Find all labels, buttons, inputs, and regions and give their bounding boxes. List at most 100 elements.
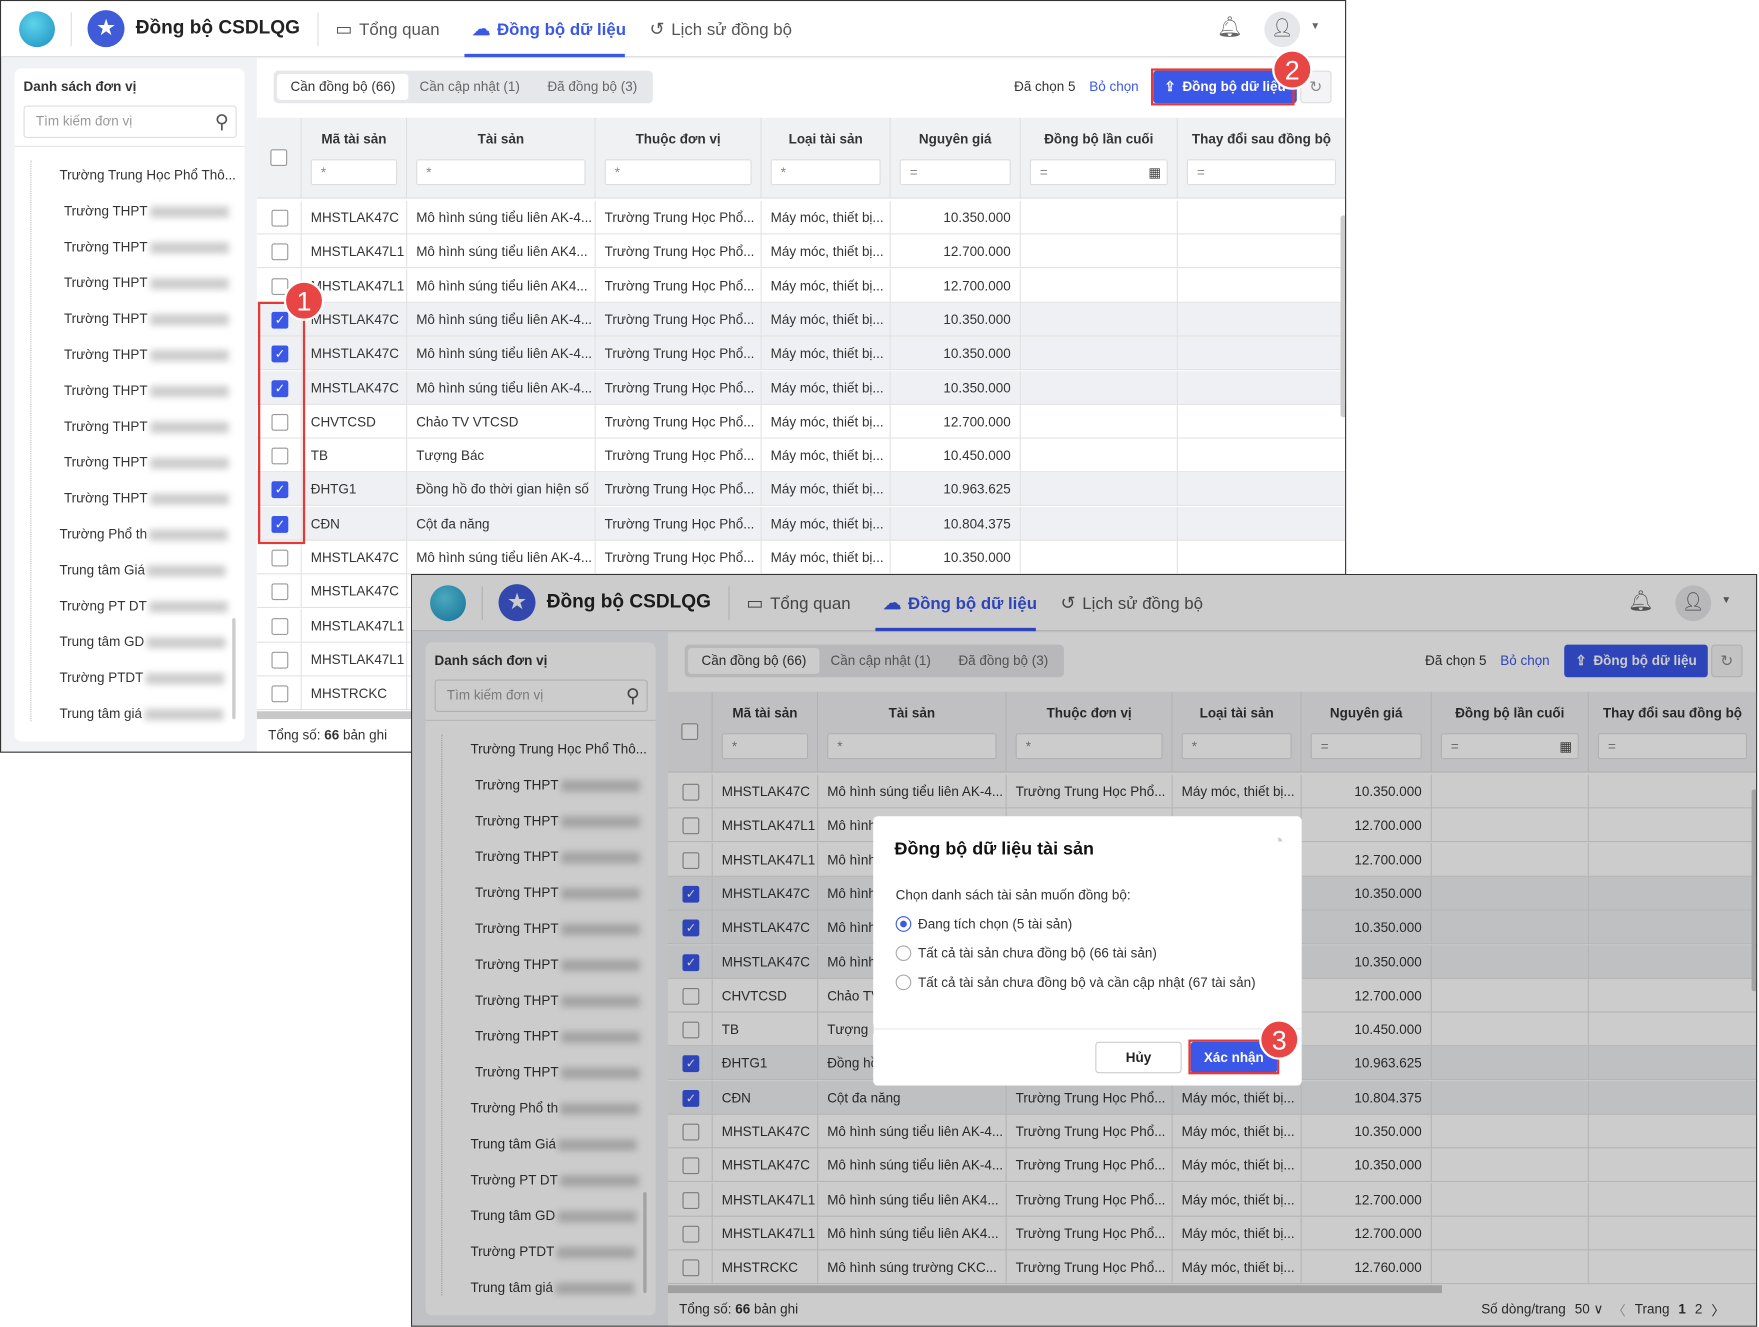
sync-option-radio[interactable] [895,916,912,932]
row-checkbox[interactable] [271,583,289,601]
annotation-highlight-checkboxes [258,301,306,545]
nav-tab-0[interactable]: ▭ Tổng quan [335,18,439,40]
calendar-icon[interactable]: ▦ [1148,160,1161,185]
table-row[interactable]: ✓ĐHTG1Đồng hồ đo thời gian hiện sốTrường… [256,472,1346,507]
table-row[interactable]: MHSTLAK47CMô hình súng tiểu liên AK-4...… [256,540,1346,575]
row-checkbox[interactable] [271,617,289,635]
table-row[interactable]: ✓MHSTLAK47CMô hình súng tiểu liên AK-4..… [256,336,1346,371]
sidebar-item[interactable]: Trường THPT [64,311,229,326]
screenshot-step-2: ★ Đồng bộ CSDLQG ▭ Tổng quan ☁ Đồng bộ dữ liệ… [411,574,1758,1327]
table-row[interactable]: MHSTLAK47L1Mô hình súng tiểu liên AK4...… [256,234,1346,269]
column-header[interactable]: Thuộc đơn vị * [595,117,762,199]
sidebar-item[interactable]: Trường THPT [64,347,229,362]
column-header[interactable]: Thay đổi sau đồng bộ = [1177,117,1346,199]
sidebar-item[interactable]: Trường THPT [64,418,229,434]
tree-line [30,160,32,722]
cancel-button[interactable]: Hủy [1095,1041,1182,1074]
column-filter-input[interactable]: * [310,159,398,186]
column-header[interactable]: Đồng bộ lần cuối = ▦ [1020,117,1178,199]
column-filter-input[interactable]: = [899,159,1011,186]
table-row[interactable]: CHVTCSDChảo TV VTCSDTrường Trung Học Phổ… [256,404,1346,439]
table-cell [1178,370,1346,405]
column-filter-input[interactable]: * [416,159,586,186]
sidebar-search-input[interactable]: Tìm kiếm đơn vị ⚲ [23,105,237,138]
row-checkbox[interactable] [271,685,289,703]
table-cell: Máy móc, thiết bị... [762,472,891,507]
sidebar-item[interactable]: Trường Trung Học Phổ Thô... [59,167,235,183]
sidebar-item[interactable]: Trung tâm GD [59,634,226,650]
table-row[interactable]: ✓MHSTLAK47CMô hình súng tiểu liên AK-4..… [256,302,1346,337]
table-row[interactable]: TBTượng BácTrường Trung Học Phổ...Máy mó… [256,438,1346,473]
row-checkbox[interactable] [271,549,289,567]
sidebar-item[interactable]: Trường THPT [64,275,229,291]
sidebar-item[interactable]: Trung tâm Giá [59,562,226,578]
sidebar-item[interactable]: Trung tâm giá [59,706,223,721]
column-filter-input[interactable]: * [770,159,881,186]
table-row[interactable]: ✓ CĐN Cột đa năng Trường Trung Học Phổ... Má… [256,506,1346,541]
table-cell: Mô hình súng tiểu liên AK-4... [407,336,596,371]
table-cell: Mô hình súng tiểu liên AK-4... [407,370,596,405]
sync-option-radio[interactable] [895,974,912,991]
column-header[interactable]: Mã tài sản * [301,117,408,199]
vertical-scrollbar[interactable] [1340,215,1346,418]
table-row[interactable]: MHSTLAK47CMô hình súng tiểu liên AK-4...… [256,200,1346,235]
sidebar-item[interactable]: Trường THPT [64,203,229,219]
sidebar-item[interactable]: Trường THPT [64,454,229,470]
history-icon: ↺ [649,20,665,40]
deselect-link[interactable]: Bỏ chọn [1089,79,1138,95]
table-row[interactable]: ✓MHSTLAK47CMô hình súng tiểu liên AK-4..… [256,370,1346,405]
sync-option-label[interactable]: Tất cả tài sản chưa đồng bộ (66 tài sản) [918,945,1157,961]
avatar[interactable]: 👤︎ [1264,11,1301,48]
row-checkbox[interactable] [271,651,289,669]
header-divider [317,12,319,46]
table-cell: Trường Trung Học Phổ... [596,540,762,575]
table-cell: MHSTLAK47C [302,370,408,405]
redacted-text [149,313,229,326]
row-checkbox[interactable] [271,209,289,227]
sidebar-item[interactable]: Trường PT DT [59,598,228,614]
table-cell [1178,268,1346,303]
table-cell: Trường Trung Học Phổ... [596,268,762,303]
column-filter-input[interactable]: = [1186,159,1337,186]
table-cell: Mô hình súng tiểu liên AK-4... [407,200,596,235]
row-select-cell [257,200,302,235]
nav-tab-1[interactable]: ☁ Đồng bộ dữ liệu [472,18,626,40]
status-tab-0[interactable]: Cần đồng bộ (66) [277,74,409,100]
column-filter-input[interactable]: * [604,159,752,186]
column-title: Thuộc đơn vị [635,131,721,147]
column-header[interactable]: Tài sản * [407,117,596,199]
column-filter-input[interactable]: = ▦ [1029,159,1168,186]
table-cell: 10.350.000 [891,540,1021,575]
table-cell: Mô hình súng tiểu liên AK-4... [407,540,596,575]
column-header[interactable]: Loại tài sản * [761,117,891,199]
table-row[interactable]: MHSTLAK47L1Mô hình súng tiểu liên AK4...… [256,268,1346,303]
sidebar-item[interactable]: Trường THPT [64,490,229,506]
row-checkbox[interactable] [271,243,289,261]
sidebar-item[interactable]: Trường THPT [64,239,229,255]
sidebar-scrollbar[interactable] [232,618,236,720]
redacted-text [149,278,229,290]
app-logo-icon[interactable] [19,11,55,48]
table-cell: Trường Trung Học Phổ... [596,438,762,473]
caret-down-icon[interactable]: ▼ [1310,20,1320,31]
table-cell [1178,302,1346,337]
table-cell [1021,336,1178,371]
table-cell [1178,472,1346,507]
sidebar-item[interactable]: Trường PTDT [59,670,225,685]
sync-option-radio[interactable] [895,945,912,962]
nav-tab-2[interactable]: ↺ Lịch sử đồng bộ [650,18,793,40]
dialog-help-icon[interactable]: ◔ [1273,832,1284,852]
column-header[interactable]: Nguyên giá = [890,117,1021,199]
sidebar-item[interactable]: Trường Phổ th [59,526,228,542]
table-cell: Máy móc, thiết bị... [762,404,891,439]
status-tab-1[interactable]: Cần cập nhật (1) [406,74,533,100]
sync-option-label[interactable]: Đang tích chọn (5 tài sản) [918,916,1072,932]
sidebar-item[interactable]: Trường THPT [64,383,229,398]
search-icon[interactable]: ⚲ [215,107,229,137]
redacted-text [147,565,226,577]
sync-option-label[interactable]: Tất cả tài sản chưa đồng bộ và cần cập n… [918,974,1256,990]
status-tab-2[interactable]: Đã đồng bộ (3) [534,74,651,100]
column-title: Tài sản [477,131,525,147]
bell-icon[interactable]: 🔔︎ [1217,16,1243,40]
table-cell: Trường Trung Học Phổ... [596,404,762,439]
